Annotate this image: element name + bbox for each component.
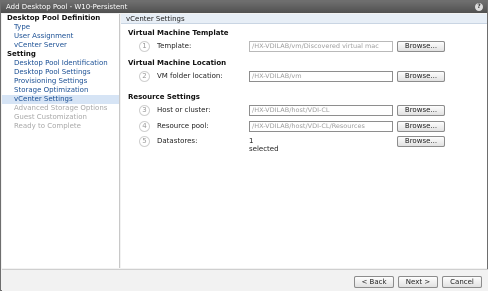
template-label: Template: <box>157 42 192 50</box>
cancel-button[interactable]: Cancel <box>442 276 482 288</box>
sidebar-item-vcenter-server[interactable]: vCenter Server <box>2 41 119 50</box>
back-button[interactable]: < Back <box>354 276 394 288</box>
sidebar-item-ready-to-complete: Ready to Complete <box>14 122 81 130</box>
vm-folder-browse-button[interactable]: Browse... <box>397 71 445 82</box>
dialog-footer: < Back Next > Cancel <box>2 269 488 291</box>
vm-folder-field[interactable]: /HX-VDILAB/vm <box>249 71 393 82</box>
datastores-label: Datastores: <box>157 137 198 145</box>
sidebar-item-advanced-storage: Advanced Storage Options <box>14 104 108 112</box>
sidebar-heading-definition: Desktop Pool Definition <box>7 14 101 22</box>
sidebar-item-storage-optimization[interactable]: Storage Optimization <box>2 86 119 95</box>
resource-pool-field[interactable]: /HX-VDILAB/host/VDI-CL/Resources <box>249 121 393 132</box>
sidebar-item-user-assignment[interactable]: User Assignment <box>2 32 119 41</box>
step-number: 5 <box>139 136 150 147</box>
sidebar-item-vcenter-settings[interactable]: vCenter Settings <box>2 95 119 104</box>
help-icon[interactable]: ? <box>475 3 483 11</box>
template-browse-button[interactable]: Browse... <box>397 41 445 52</box>
step-number: 3 <box>139 105 150 116</box>
sidebar-heading-setting: Setting <box>7 50 36 58</box>
sidebar-item-pool-settings[interactable]: Desktop Pool Settings <box>2 68 119 77</box>
vm-folder-label: VM folder location: <box>157 72 223 80</box>
content-panel: vCenter Settings Virtual Machine Templat… <box>121 14 487 268</box>
sidebar-item-guest-customization: Guest Customization <box>14 113 87 121</box>
host-cluster-field[interactable]: /HX-VDILAB/host/VDI-CL <box>249 105 393 116</box>
datastores-browse-button[interactable]: Browse... <box>397 136 445 147</box>
host-cluster-browse-button[interactable]: Browse... <box>397 105 445 116</box>
step-number: 1 <box>139 41 150 52</box>
next-button[interactable]: Next > <box>398 276 438 288</box>
sidebar-item-provisioning-settings[interactable]: Provisioning Settings <box>2 77 119 86</box>
template-field[interactable]: /HX-VDILAB/vm/Discovered virtual mac <box>249 41 393 52</box>
step-number: 4 <box>139 121 150 132</box>
wizard-sidebar: Desktop Pool Definition Type User Assign… <box>2 14 120 268</box>
section-vm-location: Virtual Machine Location <box>128 59 227 67</box>
title-bar[interactable]: Add Desktop Pool - W10-Persistent ? <box>1 1 487 13</box>
datastores-value: 1 selected <box>249 137 279 153</box>
sidebar-item-pool-identification[interactable]: Desktop Pool Identification <box>2 59 119 68</box>
resource-pool-browse-button[interactable]: Browse... <box>397 121 445 132</box>
window-title: Add Desktop Pool - W10-Persistent <box>6 3 128 11</box>
resource-pool-label: Resource pool: <box>157 122 209 130</box>
page-title: vCenter Settings <box>121 14 487 24</box>
section-resource-settings: Resource Settings <box>128 93 200 101</box>
step-number: 2 <box>139 71 150 82</box>
add-desktop-pool-dialog: Add Desktop Pool - W10-Persistent ? Desk… <box>0 0 488 291</box>
host-cluster-label: Host or cluster: <box>157 106 211 114</box>
section-vm-template: Virtual Machine Template <box>128 29 229 37</box>
sidebar-item-type[interactable]: Type <box>2 23 119 32</box>
